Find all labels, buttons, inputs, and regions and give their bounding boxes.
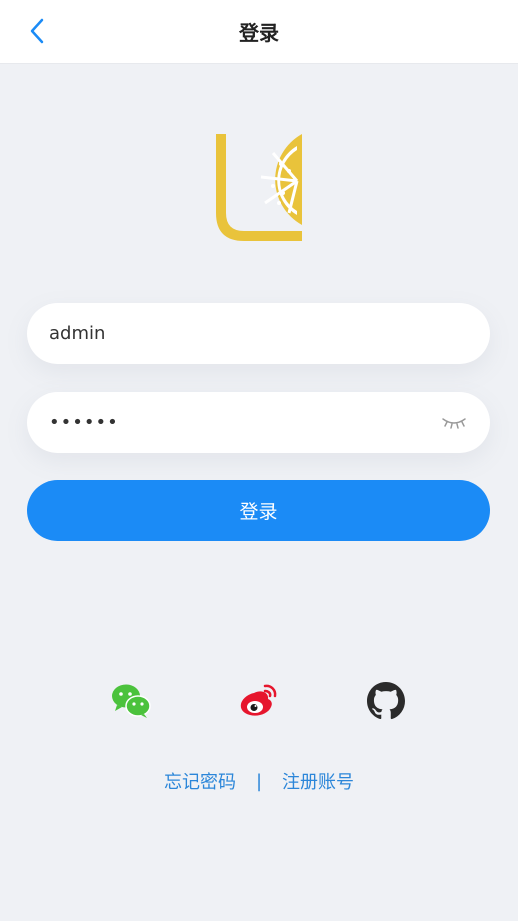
auth-links: 忘记密码 | 注册账号 [0,768,518,794]
link-separator: | [255,770,263,792]
chevron-left-icon [30,18,44,44]
weibo-login-button[interactable] [238,681,278,721]
password-input[interactable] [49,412,432,433]
wechat-icon [112,684,151,718]
github-login-button[interactable] [366,681,406,721]
eye-closed-icon [442,417,466,429]
nav-bar: 登录 [0,0,518,63]
github-icon [367,682,405,720]
password-toggle[interactable] [440,413,468,433]
wechat-login-button[interactable] [111,681,151,721]
login-button[interactable]: 登录 [27,480,490,541]
app-logo [213,131,305,243]
register-link[interactable]: 注册账号 [282,768,354,794]
lemon-logo-icon [216,134,302,241]
password-field [27,392,490,453]
username-field [27,303,490,364]
username-input[interactable] [49,323,468,344]
forgot-password-link[interactable]: 忘记密码 [164,768,236,794]
weibo-icon [240,684,277,716]
page-title: 登录 [239,21,279,45]
back-button[interactable] [22,16,52,46]
